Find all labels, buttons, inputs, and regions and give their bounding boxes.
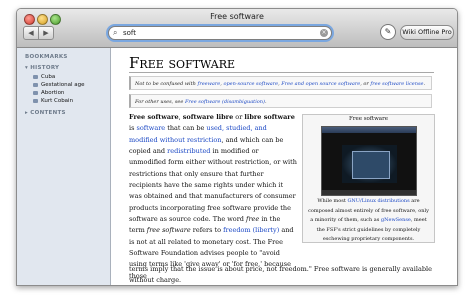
article-link[interactable]: gNewSense bbox=[381, 217, 411, 223]
wiki-offline-pro-button[interactable]: Wiki Offline Pro bbox=[400, 25, 454, 40]
article-text: in modified or unmodified form either wi… bbox=[129, 147, 297, 224]
contents-label: CONTENTS bbox=[30, 110, 66, 116]
link-freeware[interactable]: freeware bbox=[197, 81, 220, 87]
infobox-description: While most GNU/Linux distributions are c… bbox=[308, 197, 429, 245]
sidebar-item-label: Gestational age bbox=[41, 82, 85, 88]
note-text: For other uses, see bbox=[135, 99, 185, 105]
note-text: . bbox=[264, 99, 267, 105]
disambiguation-note-1: Not to be confused with freeware, open-s… bbox=[129, 76, 432, 90]
page-title-text: Free software bbox=[129, 54, 236, 72]
edit-icon[interactable]: ✎ bbox=[380, 24, 396, 40]
window-title: Free software bbox=[210, 12, 264, 21]
article-text: free software bbox=[146, 226, 191, 235]
link-free-software-license[interactable]: free software license bbox=[370, 81, 423, 87]
page-icon bbox=[33, 83, 38, 87]
search-field[interactable]: ⌕ × bbox=[108, 26, 332, 40]
infobox: Free software While most GNU/Linux distr… bbox=[302, 114, 435, 243]
title-divider bbox=[129, 72, 434, 73]
back-arrow-icon: ◀ bbox=[28, 29, 34, 37]
link-foss[interactable]: Free and open source software bbox=[281, 81, 360, 87]
disambiguation-note-2: For other uses, see Free software (disam… bbox=[129, 94, 432, 108]
article-text: software libre bbox=[182, 113, 234, 121]
sidebar: BOOKMARKS ▾ HISTORY Cuba Gestational age… bbox=[17, 48, 111, 285]
search-input[interactable] bbox=[123, 27, 313, 39]
article-text: While most bbox=[317, 198, 348, 204]
sidebar-item-label: Abortion bbox=[41, 90, 65, 96]
note-text: . bbox=[423, 81, 426, 87]
bookmarks-section-header[interactable]: BOOKMARKS bbox=[25, 54, 68, 60]
screenshot-taskbar bbox=[322, 190, 416, 195]
back-button[interactable]: ◀ bbox=[23, 26, 39, 40]
clear-search-icon[interactable]: × bbox=[320, 29, 328, 37]
article-link[interactable]: GNU/Linux distributions bbox=[347, 198, 409, 204]
titlebar: Free software ◀ ▶ ⌕ × ✎ Wiki Offline Pro bbox=[17, 9, 457, 48]
history-label: HISTORY bbox=[30, 65, 60, 71]
link-disambiguation[interactable]: Free software (disambiguation) bbox=[185, 99, 265, 105]
article-link[interactable]: redistributed bbox=[167, 147, 210, 155]
article-link[interactable]: freedom (liberty) bbox=[223, 226, 279, 234]
article-text: libre software bbox=[244, 113, 295, 121]
note-text: , or bbox=[360, 81, 371, 87]
article-paragraph-tail: terms imply that the issue is about pric… bbox=[129, 265, 432, 285]
article-link[interactable]: software bbox=[136, 124, 165, 132]
forward-button[interactable]: ▶ bbox=[38, 26, 54, 40]
article-text: or bbox=[233, 113, 245, 121]
search-icon: ⌕ bbox=[113, 28, 118, 37]
sidebar-item-label: Cuba bbox=[41, 74, 56, 80]
note-text: Not to be confused with bbox=[135, 81, 198, 87]
article-view: Free software Not to be confused with fr… bbox=[111, 48, 457, 285]
history-section-header[interactable]: ▾ HISTORY bbox=[25, 65, 59, 71]
page-title: Free software bbox=[129, 54, 235, 72]
sidebar-item-history-0[interactable]: Cuba bbox=[33, 74, 56, 80]
article-text: refers to bbox=[190, 226, 224, 235]
infobox-caption: Free software bbox=[349, 116, 388, 122]
article-text: free bbox=[246, 215, 260, 224]
sidebar-item-label: Kurt Cobain bbox=[41, 98, 74, 104]
article-paragraph: Free software, software libre or libre s… bbox=[129, 112, 297, 282]
article-text: that can be bbox=[165, 124, 207, 133]
contents-section-header[interactable]: ▸ CONTENTS bbox=[25, 110, 66, 116]
infobox-image[interactable] bbox=[321, 126, 417, 196]
sidebar-item-history-3[interactable]: Kurt Cobain bbox=[33, 98, 74, 104]
sidebar-item-history-2[interactable]: Abortion bbox=[33, 90, 65, 96]
page-icon bbox=[33, 91, 38, 95]
page-icon bbox=[33, 99, 38, 103]
screenshot-menubar bbox=[322, 127, 416, 133]
page-icon bbox=[33, 75, 38, 79]
article-text: Free software bbox=[129, 113, 179, 121]
forward-arrow-icon: ▶ bbox=[43, 29, 49, 37]
link-open-source-software[interactable]: open-source software bbox=[223, 81, 278, 87]
screenshot-window bbox=[352, 151, 390, 179]
sidebar-item-history-1[interactable]: Gestational age bbox=[33, 82, 85, 88]
app-window: Free software ◀ ▶ ⌕ × ✎ Wiki Offline Pro… bbox=[16, 8, 458, 286]
